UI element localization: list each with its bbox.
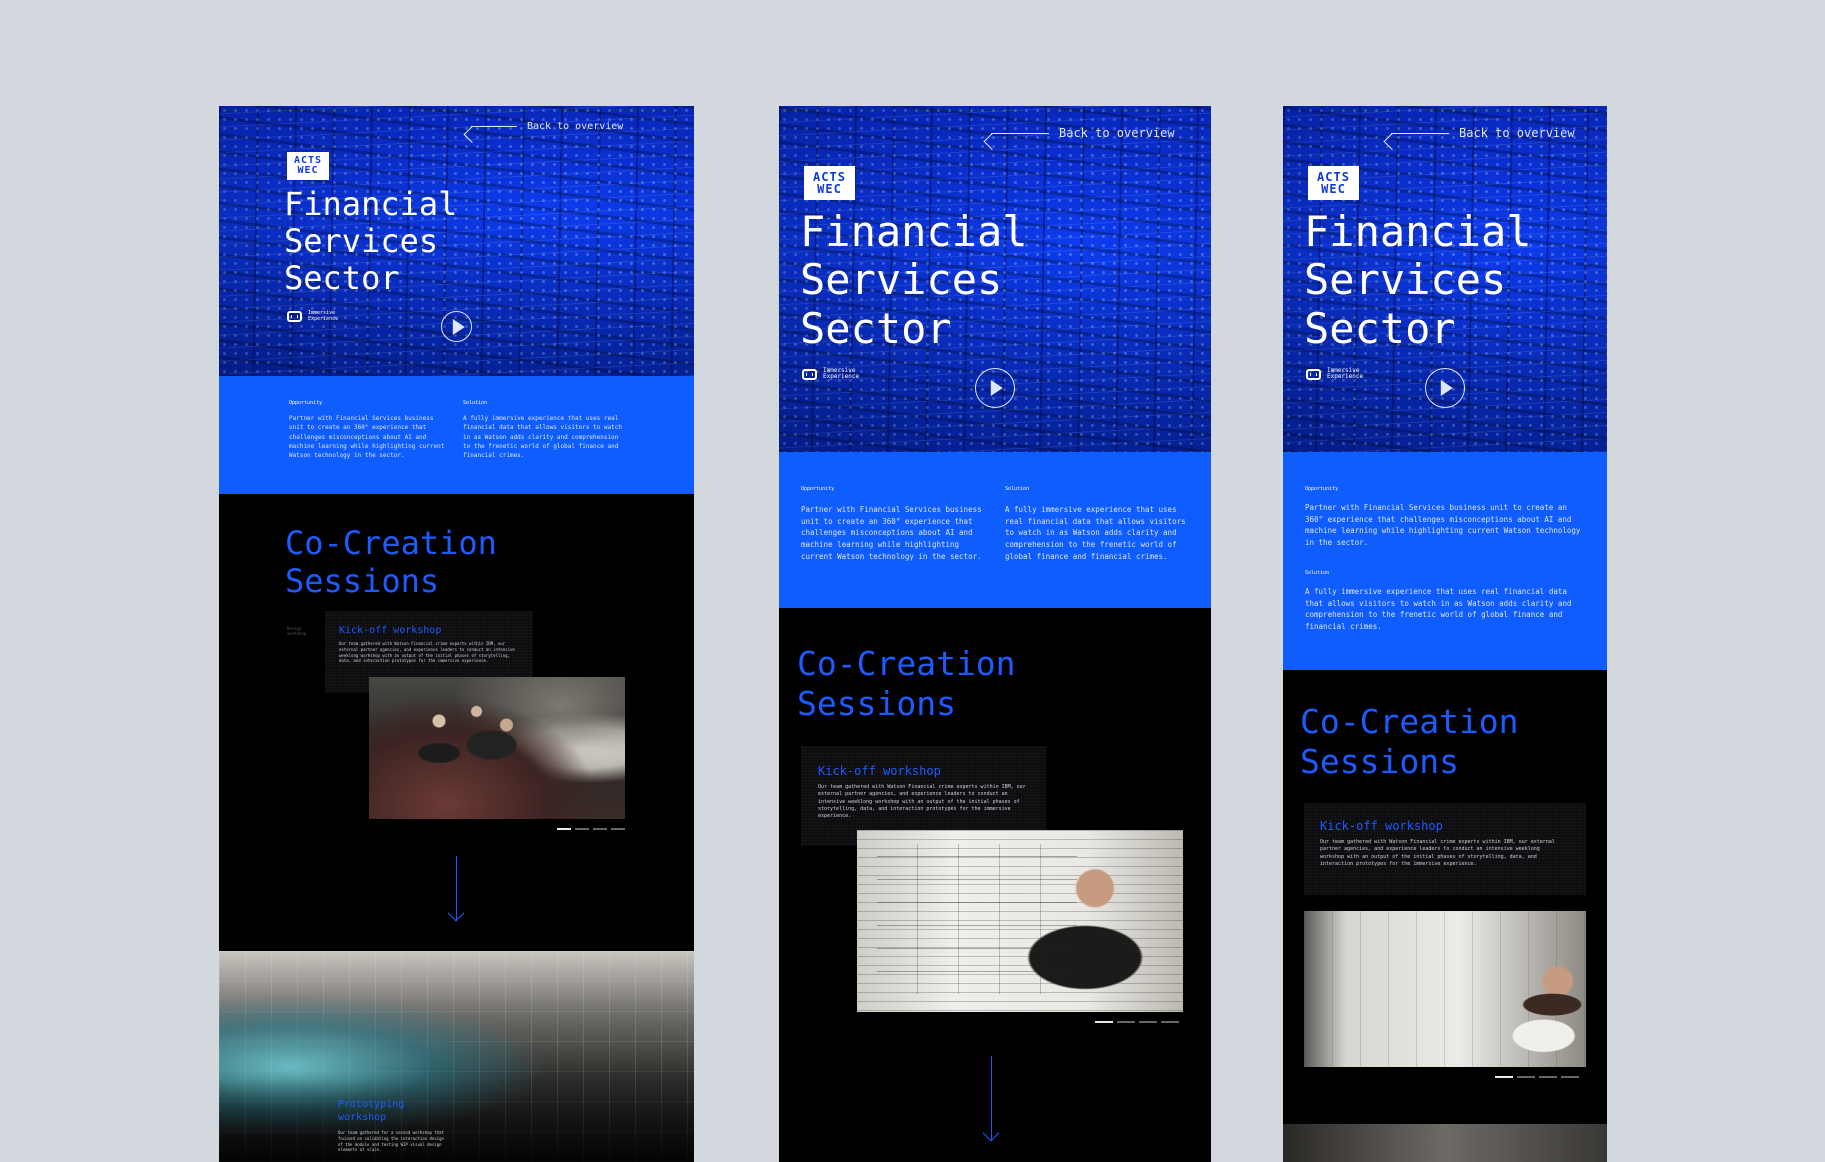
page-mockup-tablet: Back to overview ACTS WEC Financial Servi… <box>779 106 1211 1162</box>
opportunity-label: Opportunity <box>289 400 323 406</box>
next-section-photo <box>1283 1124 1607 1162</box>
headset-icon <box>1306 368 1321 380</box>
play-video-button[interactable] <box>441 311 472 342</box>
immersive-experience-badge: Immersive Experience <box>802 367 859 381</box>
solution-label: Solution <box>1305 570 1330 576</box>
solution-text: A fully immersive experience that uses r… <box>463 415 622 460</box>
acts-wec-logo: ACTS WEC <box>1308 166 1359 200</box>
kickoff-text: Our team gathered with Watson Financial … <box>339 641 515 664</box>
page-title: Financial Services Sector <box>1304 207 1532 353</box>
headset-icon <box>287 311 302 322</box>
opportunity-text: Partner with Financial Services business… <box>1305 503 1581 547</box>
page-title: Financial Services Sector <box>800 207 1028 353</box>
back-arrow-icon <box>1391 132 1449 134</box>
kickoff-title: Kick-off workshop <box>818 764 941 778</box>
back-to-overview-link[interactable]: Back to overview <box>991 126 1175 140</box>
carousel-indicator[interactable] <box>557 828 625 830</box>
opportunity-solution-panel: Opportunity Partner with Financial Servi… <box>1283 452 1607 670</box>
solution-label: Solution <box>1005 486 1030 492</box>
solution-text: A fully immersive experience that uses r… <box>1305 587 1572 631</box>
headset-icon <box>802 368 817 380</box>
prototyping-text: Our team gathered for a second workshop … <box>338 1130 444 1153</box>
kickoff-workshop-card: Kick-off workshop Our team gathered with… <box>1304 803 1586 895</box>
acts-wec-logo: ACTS WEC <box>804 166 855 200</box>
whiteboard-photo <box>857 830 1183 1012</box>
kickoff-text: Our team gathered with Watson Financial … <box>1320 839 1555 867</box>
carousel-indicator[interactable] <box>1095 1021 1179 1023</box>
acts-wec-logo: ACTS WEC <box>287 152 329 180</box>
immersive-experience-badge: Immersive Experience <box>1306 367 1363 381</box>
prototyping-photo <box>219 951 694 1162</box>
hero-banner: Back to overview ACTS WEC Financial Servi… <box>219 106 694 376</box>
hero-banner: Back to overview ACTS WEC Financial Servi… <box>1283 106 1607 452</box>
page-mockup-desktop: Back to overview ACTS WEC Financial Servi… <box>219 106 694 1162</box>
solution-label: Solution <box>463 400 488 406</box>
kickoff-title: Kick-off workshop <box>339 625 442 636</box>
opportunity-solution-panel: Opportunity Partner with Financial Servi… <box>219 376 694 494</box>
back-to-overview-link[interactable]: Back to overview <box>1391 126 1575 140</box>
section-title: Co-Creation Sessions <box>797 644 1016 723</box>
opportunity-text: Partner with Financial Services business… <box>289 415 445 460</box>
side-label: Design workshop <box>287 626 307 637</box>
whiteboard-sketches <box>877 844 1077 994</box>
opportunity-label: Opportunity <box>801 486 835 492</box>
hero-banner: Back to overview ACTS WEC Financial Servi… <box>779 106 1211 452</box>
photo-people <box>409 697 559 777</box>
scroll-down-arrow-icon[interactable] <box>991 1056 992 1140</box>
whiteboard-photo <box>1304 911 1586 1067</box>
carousel-indicator[interactable] <box>1495 1076 1579 1078</box>
back-arrow-icon <box>991 132 1049 134</box>
scroll-down-arrow-icon[interactable] <box>456 856 457 920</box>
immersive-experience-badge: Immersive Experience <box>287 310 338 322</box>
kickoff-text: Our team gathered with Watson Financial … <box>818 784 1026 819</box>
solution-text: A fully immersive experience that uses r… <box>1005 505 1186 561</box>
page-mockup-mobile: Back to overview ACTS WEC Financial Servi… <box>1283 106 1607 1162</box>
opportunity-label: Opportunity <box>1305 486 1339 492</box>
opportunity-solution-panel: Opportunity Partner with Financial Servi… <box>779 452 1211 608</box>
play-video-button[interactable] <box>975 368 1015 408</box>
section-title: Co-Creation Sessions <box>285 524 497 601</box>
workshop-photo <box>369 677 625 819</box>
back-to-overview-link[interactable]: Back to overview <box>471 121 623 132</box>
page-title: Financial Services Sector <box>284 185 458 297</box>
kickoff-title: Kick-off workshop <box>1320 819 1443 833</box>
prototyping-title: Prototyping workshop <box>338 1099 405 1123</box>
opportunity-text: Partner with Financial Services business… <box>801 505 982 561</box>
back-arrow-icon <box>471 126 517 127</box>
section-title: Co-Creation Sessions <box>1300 702 1519 781</box>
play-video-button[interactable] <box>1425 368 1465 408</box>
